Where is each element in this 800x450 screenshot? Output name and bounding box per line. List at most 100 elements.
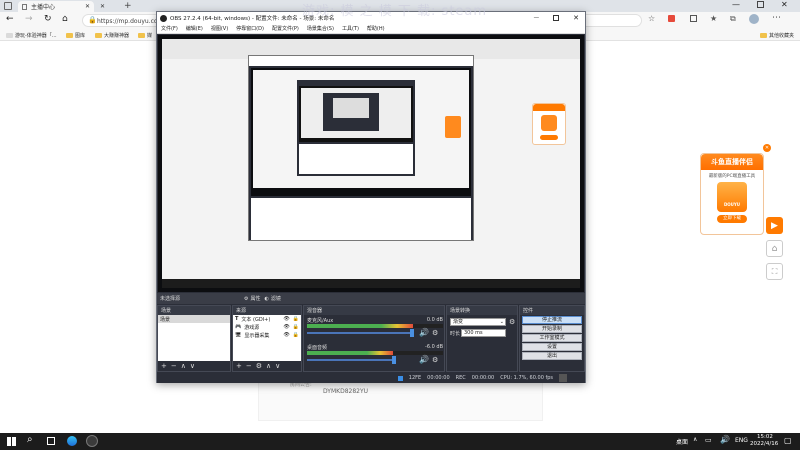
folder-icon xyxy=(95,33,102,38)
remove-icon[interactable]: − xyxy=(171,362,177,370)
minimize-icon[interactable]: — xyxy=(732,0,740,9)
gear-icon[interactable]: ⚙ xyxy=(256,362,262,370)
bookmark-item[interactable]: 大赚赚神器 xyxy=(95,32,129,39)
filters-icon[interactable]: ◐ xyxy=(265,296,269,302)
source-item[interactable]: T 文本 (GDI+) 👁 🔒 xyxy=(233,315,301,323)
remove-icon[interactable]: − xyxy=(246,362,252,370)
close-tab-icon[interactable]: ✕ xyxy=(100,3,105,10)
task-view-icon[interactable] xyxy=(47,437,55,445)
edge-icon[interactable] xyxy=(67,436,77,446)
studio-mode-button[interactable]: 工作室模式 xyxy=(522,334,582,342)
menu-docks[interactable]: 停靠窗口(D) xyxy=(236,25,264,32)
move-up-icon[interactable]: ∧ xyxy=(181,362,186,370)
split-screen-icon[interactable] xyxy=(690,15,697,22)
download-button[interactable]: 立即下载 xyxy=(717,215,747,223)
move-down-icon[interactable]: ∨ xyxy=(275,362,280,370)
menu-profile[interactable]: 配置文件(P) xyxy=(272,25,299,32)
lock-icon[interactable]: 🔒 xyxy=(293,316,299,322)
clock-date[interactable]: 2022/4/16 xyxy=(750,441,778,447)
maximize-icon[interactable] xyxy=(553,15,560,21)
menu-edit[interactable]: 编辑(E) xyxy=(186,25,203,32)
menu-scene-collection[interactable]: 场景集合(S) xyxy=(307,25,334,32)
favorites-icon[interactable]: ★ xyxy=(710,14,717,23)
stop-streaming-button[interactable]: 停止推流 xyxy=(522,316,582,324)
transition-settings-icon[interactable]: ⚙ xyxy=(509,318,515,326)
gear-icon[interactable]: ⚙ xyxy=(432,356,438,364)
obs-taskbar-icon[interactable] xyxy=(86,435,98,447)
volume-icon[interactable]: 🔊 xyxy=(720,435,730,444)
bookmark-item[interactable]: 媒 xyxy=(138,32,152,39)
properties-gear-icon[interactable]: ⚙ xyxy=(244,296,248,302)
home-side-icon[interactable]: ⌂ xyxy=(766,240,783,257)
bookmark-item[interactable]: 游玩-体验神器「... xyxy=(6,32,57,39)
source-item[interactable]: 🎮 游戏源 👁 🔒 xyxy=(233,323,301,331)
start-recording-button[interactable]: 开始录制 xyxy=(522,325,582,333)
menu-file[interactable]: 文件(F) xyxy=(161,25,178,32)
search-icon[interactable]: ⌕ xyxy=(27,434,33,445)
favorites-star-icon[interactable]: ☆ xyxy=(648,14,655,23)
promo-card[interactable]: 斗鱼直播伴侣 最新版的PC端直播工具 DOUYU 立即下载 xyxy=(700,153,764,235)
menu-view[interactable]: 视图(V) xyxy=(211,25,228,32)
screen-side-icon[interactable]: ⛶ xyxy=(766,263,783,280)
volume-slider[interactable] xyxy=(307,359,393,361)
clock-time[interactable]: 15:02 xyxy=(757,434,773,440)
close-tab-icon[interactable]: ✕ xyxy=(85,3,90,10)
exit-button[interactable]: 退出 xyxy=(522,352,582,360)
tray-chevron-icon[interactable]: ∧ xyxy=(693,436,697,443)
tab-douyu[interactable]: ✕ xyxy=(96,1,120,12)
tab-creator-center[interactable]: 主播中心 ✕ xyxy=(18,1,94,12)
visibility-eye-icon[interactable]: 👁 xyxy=(283,324,289,330)
windows-start-icon[interactable] xyxy=(7,437,16,446)
settings-button[interactable]: 设置 xyxy=(522,343,582,351)
collections-icon[interactable]: ⧉ xyxy=(730,14,736,24)
lock-icon[interactable]: 🔒 xyxy=(293,324,299,330)
properties-button[interactable]: 属性 xyxy=(251,295,261,302)
forward-icon[interactable]: → xyxy=(25,14,33,24)
minimize-icon[interactable]: — xyxy=(534,15,540,21)
input-language[interactable]: ENG xyxy=(735,437,748,444)
refresh-icon[interactable]: ↻ xyxy=(44,14,52,24)
mixer-track: 桌面音频 -6.0 dB 🔊 ⚙ xyxy=(307,344,443,368)
menu-tools[interactable]: 工具(T) xyxy=(342,25,359,32)
move-down-icon[interactable]: ∨ xyxy=(190,362,195,370)
add-icon[interactable]: + xyxy=(161,362,167,370)
bookmark-item[interactable]: 图库 xyxy=(66,32,85,39)
other-bookmarks[interactable]: 其他收藏夹 xyxy=(760,32,794,39)
maximize-icon[interactable] xyxy=(757,1,764,8)
volume-knob[interactable] xyxy=(410,329,414,337)
obs-preview[interactable] xyxy=(158,35,584,292)
gear-icon[interactable]: ⚙ xyxy=(432,329,438,337)
close-icon[interactable]: ✕ xyxy=(573,14,579,22)
menu-help[interactable]: 帮助(H) xyxy=(367,25,385,32)
filters-button[interactable]: 滤镜 xyxy=(271,295,281,302)
volume-slider[interactable] xyxy=(307,332,411,334)
obs-logo-icon xyxy=(160,14,167,22)
notification-icon[interactable]: ▢ xyxy=(784,436,792,445)
duration-input[interactable]: 300 ms xyxy=(461,329,506,337)
lock-icon[interactable]: 🔒 xyxy=(293,332,299,338)
back-icon[interactable]: ← xyxy=(6,14,14,24)
desktop-label: 桌面 xyxy=(676,439,689,446)
new-tab-icon[interactable]: + xyxy=(124,1,132,11)
move-up-icon[interactable]: ∧ xyxy=(266,362,271,370)
close-icon[interactable]: ✕ xyxy=(781,0,788,9)
folder-icon xyxy=(66,33,73,38)
transition-select[interactable]: 渐变 ⌄ xyxy=(450,318,506,326)
speaker-icon[interactable]: 🔊 xyxy=(419,355,429,364)
more-icon[interactable]: ⋯ xyxy=(772,13,781,23)
speaker-icon[interactable]: 🔊 xyxy=(419,328,429,337)
network-icon[interactable]: ▭ xyxy=(705,436,712,444)
visibility-eye-icon[interactable]: 👁 xyxy=(283,316,289,322)
tab-actions-icon[interactable] xyxy=(4,2,12,10)
add-icon[interactable]: + xyxy=(236,362,242,370)
volume-knob[interactable] xyxy=(392,356,396,364)
play-side-icon[interactable]: ▶ xyxy=(766,217,783,234)
extension-icon[interactable] xyxy=(668,15,675,22)
close-promo-icon[interactable]: ✕ xyxy=(763,144,771,152)
visibility-eye-icon[interactable]: 👁 xyxy=(283,332,289,338)
source-item[interactable]: 🖥 显示器采集 👁 🔒 xyxy=(233,331,301,339)
douyu-logo: DOUYU xyxy=(717,182,747,212)
profile-avatar[interactable] xyxy=(749,14,759,24)
home-icon[interactable]: ⌂ xyxy=(62,14,68,24)
scene-item[interactable]: 场景 xyxy=(158,315,230,323)
